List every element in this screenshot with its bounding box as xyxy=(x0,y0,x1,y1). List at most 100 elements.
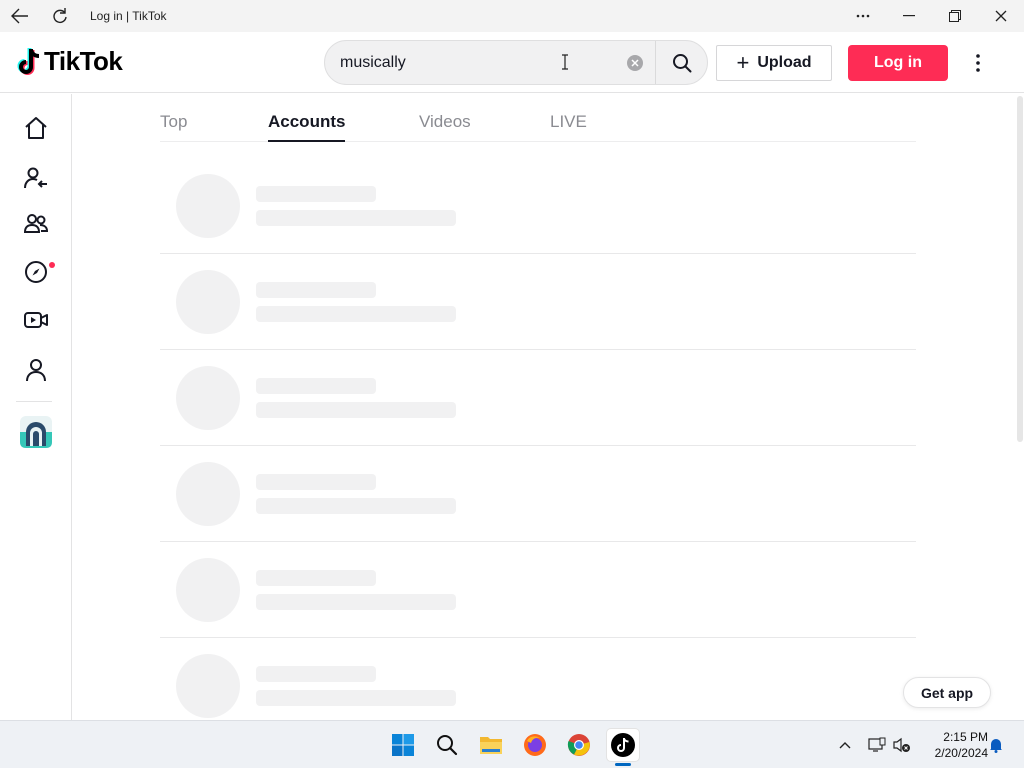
chevron-up-icon xyxy=(839,742,851,749)
search-icon xyxy=(672,53,691,72)
sidebar-item-live[interactable] xyxy=(20,304,52,336)
following-icon xyxy=(24,167,47,189)
start-button[interactable] xyxy=(387,729,419,761)
tiktok-logo[interactable]: TikTok xyxy=(16,46,123,77)
windows-taskbar: 2:15 PM 2/20/2024 xyxy=(0,720,1024,768)
logo-text: TikTok xyxy=(44,46,123,76)
chrome-button[interactable] xyxy=(563,729,595,761)
windows-start-icon xyxy=(392,734,414,756)
show-hidden-icons-button[interactable] xyxy=(835,735,855,755)
minimize-button[interactable] xyxy=(886,0,932,32)
bell-icon xyxy=(990,739,1002,753)
clock-date: 2/20/2024 xyxy=(934,746,988,760)
name-placeholder xyxy=(256,570,376,586)
sidebar-item-friends[interactable] xyxy=(20,208,52,240)
minimize-icon xyxy=(903,15,915,17)
volume-button[interactable] xyxy=(892,735,912,755)
refresh-icon xyxy=(53,8,67,23)
network-icon xyxy=(868,737,886,752)
login-button[interactable]: Log in xyxy=(848,45,948,81)
home-icon xyxy=(25,117,47,139)
avatar-placeholder xyxy=(176,558,240,622)
account-result-placeholder xyxy=(160,638,916,720)
name-placeholder xyxy=(256,282,376,298)
name-placeholder xyxy=(256,666,376,682)
tab-top[interactable]: Top xyxy=(160,112,187,142)
sidebar-nav xyxy=(0,94,72,720)
avatar-placeholder xyxy=(176,462,240,526)
system-clock[interactable]: 2:15 PM 2/20/2024 xyxy=(918,729,988,761)
restore-icon xyxy=(949,10,961,22)
subtitle-placeholder xyxy=(256,690,456,706)
name-placeholder xyxy=(256,186,376,202)
clock-time: 2:15 PM xyxy=(943,730,988,744)
tab-accounts[interactable]: Accounts xyxy=(268,112,346,142)
sidebar-item-effect-house[interactable] xyxy=(20,416,52,448)
settings-menu-button[interactable] xyxy=(966,50,990,76)
live-icon xyxy=(24,312,48,328)
name-placeholder xyxy=(256,474,376,490)
taskbar-search-button[interactable] xyxy=(431,729,463,761)
network-button[interactable] xyxy=(867,735,887,755)
restore-button[interactable] xyxy=(932,0,978,32)
search-input[interactable] xyxy=(340,50,620,75)
account-result-placeholder xyxy=(160,350,916,446)
sidebar-item-explore[interactable] xyxy=(20,256,52,288)
avatar-placeholder xyxy=(176,366,240,430)
avatar-placeholder xyxy=(176,654,240,718)
account-result-placeholder xyxy=(160,254,916,350)
search-tabs: Top Accounts Videos LIVE xyxy=(160,94,916,142)
search-bar xyxy=(324,40,708,85)
sidebar-divider xyxy=(16,401,52,402)
account-result-placeholder xyxy=(160,158,916,254)
refresh-button[interactable] xyxy=(40,0,80,32)
tab-videos[interactable]: Videos xyxy=(419,112,471,142)
friends-icon xyxy=(23,214,49,233)
sidebar-item-profile[interactable] xyxy=(20,354,52,386)
close-icon xyxy=(631,59,639,67)
scrollbar-thumb[interactable] xyxy=(1017,96,1023,442)
upload-button[interactable]: + Upload xyxy=(716,45,832,81)
site-header: TikTok + Upload Log in xyxy=(0,32,1024,93)
arrow-left-icon xyxy=(11,8,28,24)
sidebar-item-following[interactable] xyxy=(20,162,52,194)
notification-dot xyxy=(49,262,55,268)
upload-label: Upload xyxy=(757,54,812,71)
file-explorer-icon xyxy=(480,737,502,754)
tiktok-icon xyxy=(611,733,635,757)
subtitle-placeholder xyxy=(256,210,456,226)
explore-icon xyxy=(25,261,47,283)
subtitle-placeholder xyxy=(256,594,456,610)
effect-house-icon xyxy=(20,416,52,448)
sidebar-item-home[interactable] xyxy=(20,112,52,144)
tiktok-logo-icon xyxy=(17,47,40,75)
firefox-icon xyxy=(524,734,546,756)
subtitle-placeholder xyxy=(256,306,456,322)
firefox-button[interactable] xyxy=(519,729,551,761)
file-explorer-button[interactable] xyxy=(475,729,507,761)
ellipsis-icon xyxy=(856,14,870,18)
search-button[interactable] xyxy=(655,41,707,84)
back-button[interactable] xyxy=(0,0,40,32)
window-titlebar: Log in | TikTok xyxy=(0,0,1024,32)
page-scrollbar[interactable] xyxy=(1016,94,1024,720)
chrome-icon xyxy=(567,734,590,756)
get-app-button[interactable]: Get app xyxy=(903,677,991,708)
more-options-button[interactable] xyxy=(840,0,886,32)
avatar-placeholder xyxy=(176,174,240,238)
plus-icon: + xyxy=(736,50,750,75)
window-title: Log in | TikTok xyxy=(90,9,167,23)
account-result-placeholder xyxy=(160,542,916,638)
tab-live[interactable]: LIVE xyxy=(550,112,587,142)
volume-muted-icon xyxy=(893,737,910,753)
close-button[interactable] xyxy=(978,0,1024,32)
subtitle-placeholder xyxy=(256,402,456,418)
tiktok-taskbar-button[interactable] xyxy=(607,729,639,761)
text-cursor-icon xyxy=(561,54,569,75)
account-result-placeholder xyxy=(160,446,916,542)
notifications-button[interactable] xyxy=(986,735,1006,755)
vertical-ellipsis-icon xyxy=(976,54,980,72)
subtitle-placeholder xyxy=(256,498,456,514)
clear-search-button[interactable] xyxy=(627,55,643,71)
name-placeholder xyxy=(256,378,376,394)
